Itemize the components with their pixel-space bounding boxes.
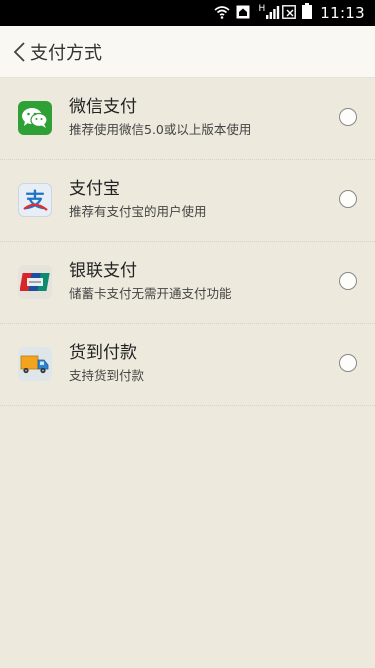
- payment-option-wechat[interactable]: 微信支付 推荐使用微信5.0或以上版本使用: [0, 78, 375, 160]
- radio-unionpay[interactable]: [339, 272, 357, 290]
- home-icon: [236, 4, 250, 23]
- svg-text:支: 支: [25, 188, 46, 212]
- payment-title: 微信支付: [69, 97, 137, 117]
- payment-option-cod[interactable]: 货到付款 支持货到付款: [0, 324, 375, 406]
- payment-option-alipay[interactable]: 支 支付宝 推荐有支付宝的用户使用: [0, 160, 375, 242]
- sim-icon: [282, 4, 297, 23]
- payment-title: 支付宝: [69, 179, 120, 199]
- wifi-icon: [214, 4, 231, 23]
- page-title: 支付方式: [30, 42, 102, 64]
- unionpay-icon: [18, 265, 52, 299]
- payment-subtitle: 储蓄卡支付无需开通支付功能: [69, 286, 232, 301]
- payment-title: 银联支付: [69, 261, 137, 281]
- clock: 11:13: [320, 4, 365, 22]
- payment-subtitle: 支持货到付款: [69, 368, 145, 383]
- radio-wechat[interactable]: [339, 108, 357, 126]
- alipay-icon: 支: [18, 183, 52, 217]
- payment-subtitle: 推荐有支付宝的用户使用: [69, 204, 207, 219]
- signal-icon: [266, 4, 280, 23]
- battery-icon: [302, 3, 313, 23]
- wechat-icon: [18, 101, 52, 135]
- payment-title: 货到付款: [69, 343, 137, 363]
- network-type-label: H: [258, 4, 266, 14]
- payment-option-unionpay[interactable]: 银联支付 储蓄卡支付无需开通支付功能: [0, 242, 375, 324]
- radio-cod[interactable]: [339, 354, 357, 372]
- header-bar: 支付方式: [0, 26, 375, 78]
- delivery-truck-icon: [18, 347, 52, 381]
- status-bar: H 11:13: [0, 0, 375, 26]
- payment-subtitle: 推荐使用微信5.0或以上版本使用: [69, 122, 252, 137]
- radio-alipay[interactable]: [339, 190, 357, 208]
- chevron-left-icon: [12, 41, 28, 63]
- back-button[interactable]: 支付方式: [0, 26, 102, 77]
- payment-method-list: 微信支付 推荐使用微信5.0或以上版本使用 支 支付宝 推荐有支付宝的用户使用: [0, 78, 375, 406]
